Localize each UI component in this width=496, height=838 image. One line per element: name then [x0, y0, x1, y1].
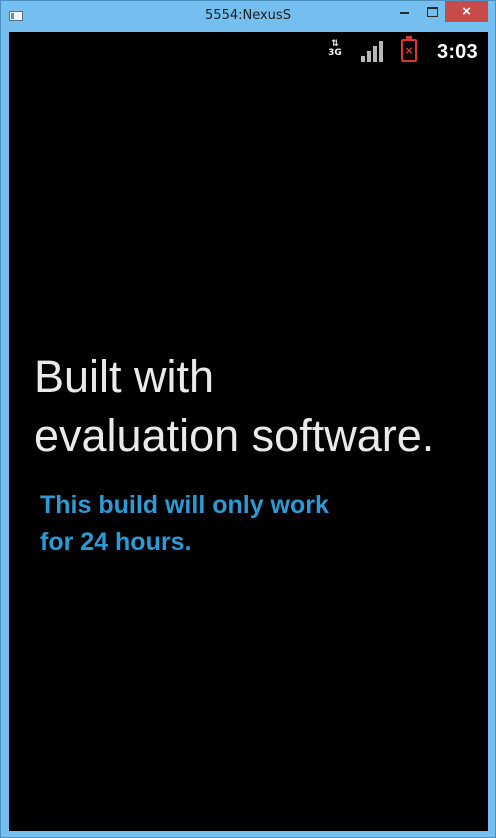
maximize-button[interactable] — [419, 1, 445, 22]
network-3g-icon: ⇅ 3G — [326, 39, 344, 63]
evaluation-message-title: Built with evaluation software. — [34, 351, 435, 461]
signal-bar — [373, 46, 377, 62]
signal-bar — [367, 51, 371, 62]
battery-x-icon: × — [405, 43, 413, 58]
close-icon: × — [462, 3, 471, 20]
status-clock: 3:03 — [437, 41, 478, 63]
emulator-window: 5554:NexusS × ⇅ 3G × 3:03 Built with eva… — [0, 0, 496, 838]
signal-bar — [361, 56, 365, 62]
maximize-icon — [427, 7, 438, 17]
android-status-bar: ⇅ 3G × 3:03 — [9, 32, 488, 72]
network-type-label: 3G — [328, 48, 342, 58]
evaluation-message-subtitle: This build will only work for 24 hours. — [40, 491, 329, 556]
signal-strength-icon — [361, 40, 383, 62]
battery-warning-icon: × — [401, 36, 417, 62]
close-button[interactable]: × — [445, 1, 488, 22]
minimize-icon — [400, 12, 409, 14]
minimize-button[interactable] — [391, 1, 417, 22]
signal-bar — [379, 41, 383, 62]
device-screen[interactable]: ⇅ 3G × 3:03 Built with evaluation softwa… — [9, 32, 488, 831]
window-titlebar[interactable]: 5554:NexusS × — [1, 1, 495, 31]
